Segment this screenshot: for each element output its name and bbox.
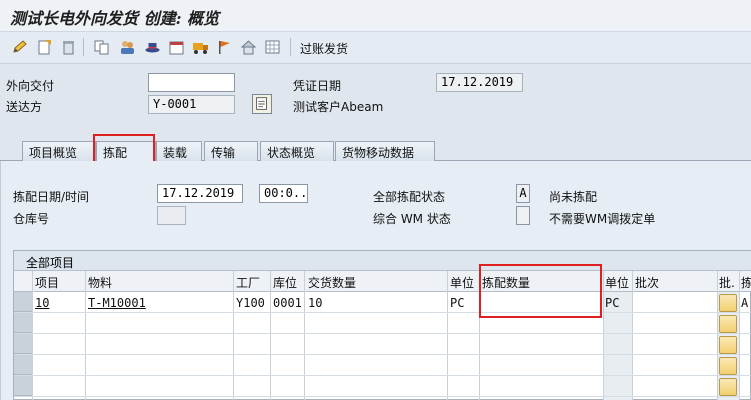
post-goods-issue-button[interactable]: 过账发货 bbox=[300, 40, 348, 57]
document-date-field[interactable]: 17.12.2019 bbox=[436, 73, 523, 92]
column-separator bbox=[739, 271, 740, 400]
calendar-icon[interactable] bbox=[168, 39, 185, 55]
cell-item[interactable]: 10 bbox=[35, 296, 49, 310]
ship-to-label: 送达方 bbox=[6, 100, 43, 114]
overall-picking-status-field: A bbox=[516, 184, 530, 203]
overall-picking-status-text: 尚未拣配 bbox=[549, 190, 598, 204]
document-icon bbox=[256, 97, 267, 110]
picking-date-time-label: 拣配日期/时间 bbox=[13, 190, 90, 204]
trash-icon[interactable] bbox=[60, 39, 77, 55]
batch-split-button[interactable] bbox=[719, 315, 737, 333]
column-separator bbox=[85, 271, 86, 400]
batch-split-button[interactable] bbox=[719, 378, 737, 396]
cell-plant: Y100 bbox=[236, 296, 265, 310]
grid-icon[interactable] bbox=[264, 39, 281, 55]
col-header-batch[interactable]: 批次 bbox=[635, 274, 659, 291]
column-separator bbox=[632, 271, 633, 400]
tab-transport[interactable]: 传输 bbox=[204, 141, 258, 161]
col-header-material[interactable]: 物料 bbox=[88, 274, 112, 291]
overall-picking-status-label: 全部拣配状态 bbox=[373, 190, 446, 204]
flag-icon[interactable] bbox=[216, 39, 233, 55]
column-separator bbox=[270, 271, 271, 400]
tab-goods-movement-data[interactable]: 货物移动数据 bbox=[335, 141, 435, 161]
ship-to-field[interactable]: Y-0001 bbox=[148, 95, 235, 114]
table-title-bar: 全部项目 bbox=[14, 251, 751, 271]
col-header-unit-2[interactable]: 单位 bbox=[605, 274, 629, 291]
column-separator bbox=[717, 271, 718, 400]
application-toolbar bbox=[0, 32, 751, 64]
warehouse-label: 仓库号 bbox=[13, 212, 50, 226]
row-line bbox=[14, 396, 751, 397]
row-line bbox=[14, 354, 751, 355]
col-header-unit[interactable]: 单位 bbox=[450, 274, 474, 291]
col-header-item[interactable]: 项目 bbox=[35, 274, 59, 291]
row-selector[interactable] bbox=[14, 292, 32, 312]
wm-status-text: 不需要WM调拨定单 bbox=[549, 212, 656, 226]
picking-time-input[interactable]: 00:0... bbox=[259, 184, 308, 203]
cell-batch-indicator: A bbox=[741, 296, 749, 310]
outbound-delivery-label: 外向交付 bbox=[6, 79, 55, 93]
copy-icon[interactable] bbox=[93, 39, 110, 55]
window-title: 测试长电外向发货 创建: 概览 bbox=[10, 9, 220, 28]
batch-split-button[interactable] bbox=[719, 336, 737, 354]
customer-name: 测试客户Abeam bbox=[293, 100, 384, 114]
people-icon[interactable] bbox=[119, 39, 136, 55]
col-header-batch-indicator[interactable]: 批. bbox=[719, 274, 735, 291]
column-separator bbox=[32, 271, 33, 400]
row-line bbox=[14, 333, 751, 334]
pencil-icon[interactable] bbox=[11, 39, 28, 55]
document-date-label: 凭证日期 bbox=[293, 79, 342, 93]
column-separator bbox=[233, 271, 234, 400]
hat-icon[interactable] bbox=[144, 39, 161, 55]
col-header-storage-location[interactable]: 库位 bbox=[273, 274, 297, 291]
warehouse-field[interactable] bbox=[157, 206, 186, 225]
batch-split-button[interactable] bbox=[719, 357, 737, 375]
picking-date-input[interactable]: 17.12.2019 bbox=[157, 184, 243, 203]
row-line bbox=[14, 312, 751, 313]
truck-icon[interactable] bbox=[192, 39, 209, 55]
wm-status-field bbox=[516, 206, 530, 225]
tab-item-overview[interactable]: 项目概览 bbox=[22, 141, 96, 161]
col-header-plant[interactable]: 工厂 bbox=[236, 274, 260, 291]
cell-unit-2: PC bbox=[605, 296, 620, 310]
row-selector[interactable] bbox=[14, 334, 32, 354]
batch-split-button[interactable] bbox=[719, 294, 737, 312]
col-header-pick[interactable]: 拣 bbox=[741, 274, 751, 291]
column-separator bbox=[603, 271, 604, 400]
row-selector[interactable] bbox=[14, 376, 32, 396]
tab-status-overview[interactable]: 状态概览 bbox=[260, 141, 334, 161]
highlight-box-picked-qty bbox=[479, 264, 602, 318]
row-selector[interactable] bbox=[14, 355, 32, 375]
row-line bbox=[14, 375, 751, 376]
row-selector[interactable] bbox=[14, 313, 32, 333]
cell-delivery-qty: 10 bbox=[308, 296, 323, 310]
column-separator bbox=[447, 271, 448, 400]
outbound-delivery-input[interactable] bbox=[148, 73, 235, 92]
window-title-bar: 测试长电外向发货 创建: 概览 bbox=[0, 0, 751, 32]
new-doc-icon[interactable] bbox=[36, 39, 53, 55]
tab-loading[interactable]: 装载 bbox=[156, 141, 202, 161]
column-separator bbox=[304, 271, 305, 400]
cell-storage-location: 0001 bbox=[273, 296, 302, 310]
cell-material[interactable]: T-M10001 bbox=[88, 296, 146, 310]
cell-unit: PC bbox=[450, 296, 465, 310]
toolbar-separator bbox=[290, 38, 291, 56]
partner-details-button[interactable] bbox=[252, 94, 272, 114]
table-title: 全部项目 bbox=[26, 256, 75, 270]
col-header-delivery-qty[interactable]: 交货数量 bbox=[308, 274, 356, 291]
home-icon[interactable] bbox=[240, 39, 257, 55]
wm-status-label: 综合 WM 状态 bbox=[373, 212, 451, 226]
toolbar-separator bbox=[83, 38, 84, 56]
